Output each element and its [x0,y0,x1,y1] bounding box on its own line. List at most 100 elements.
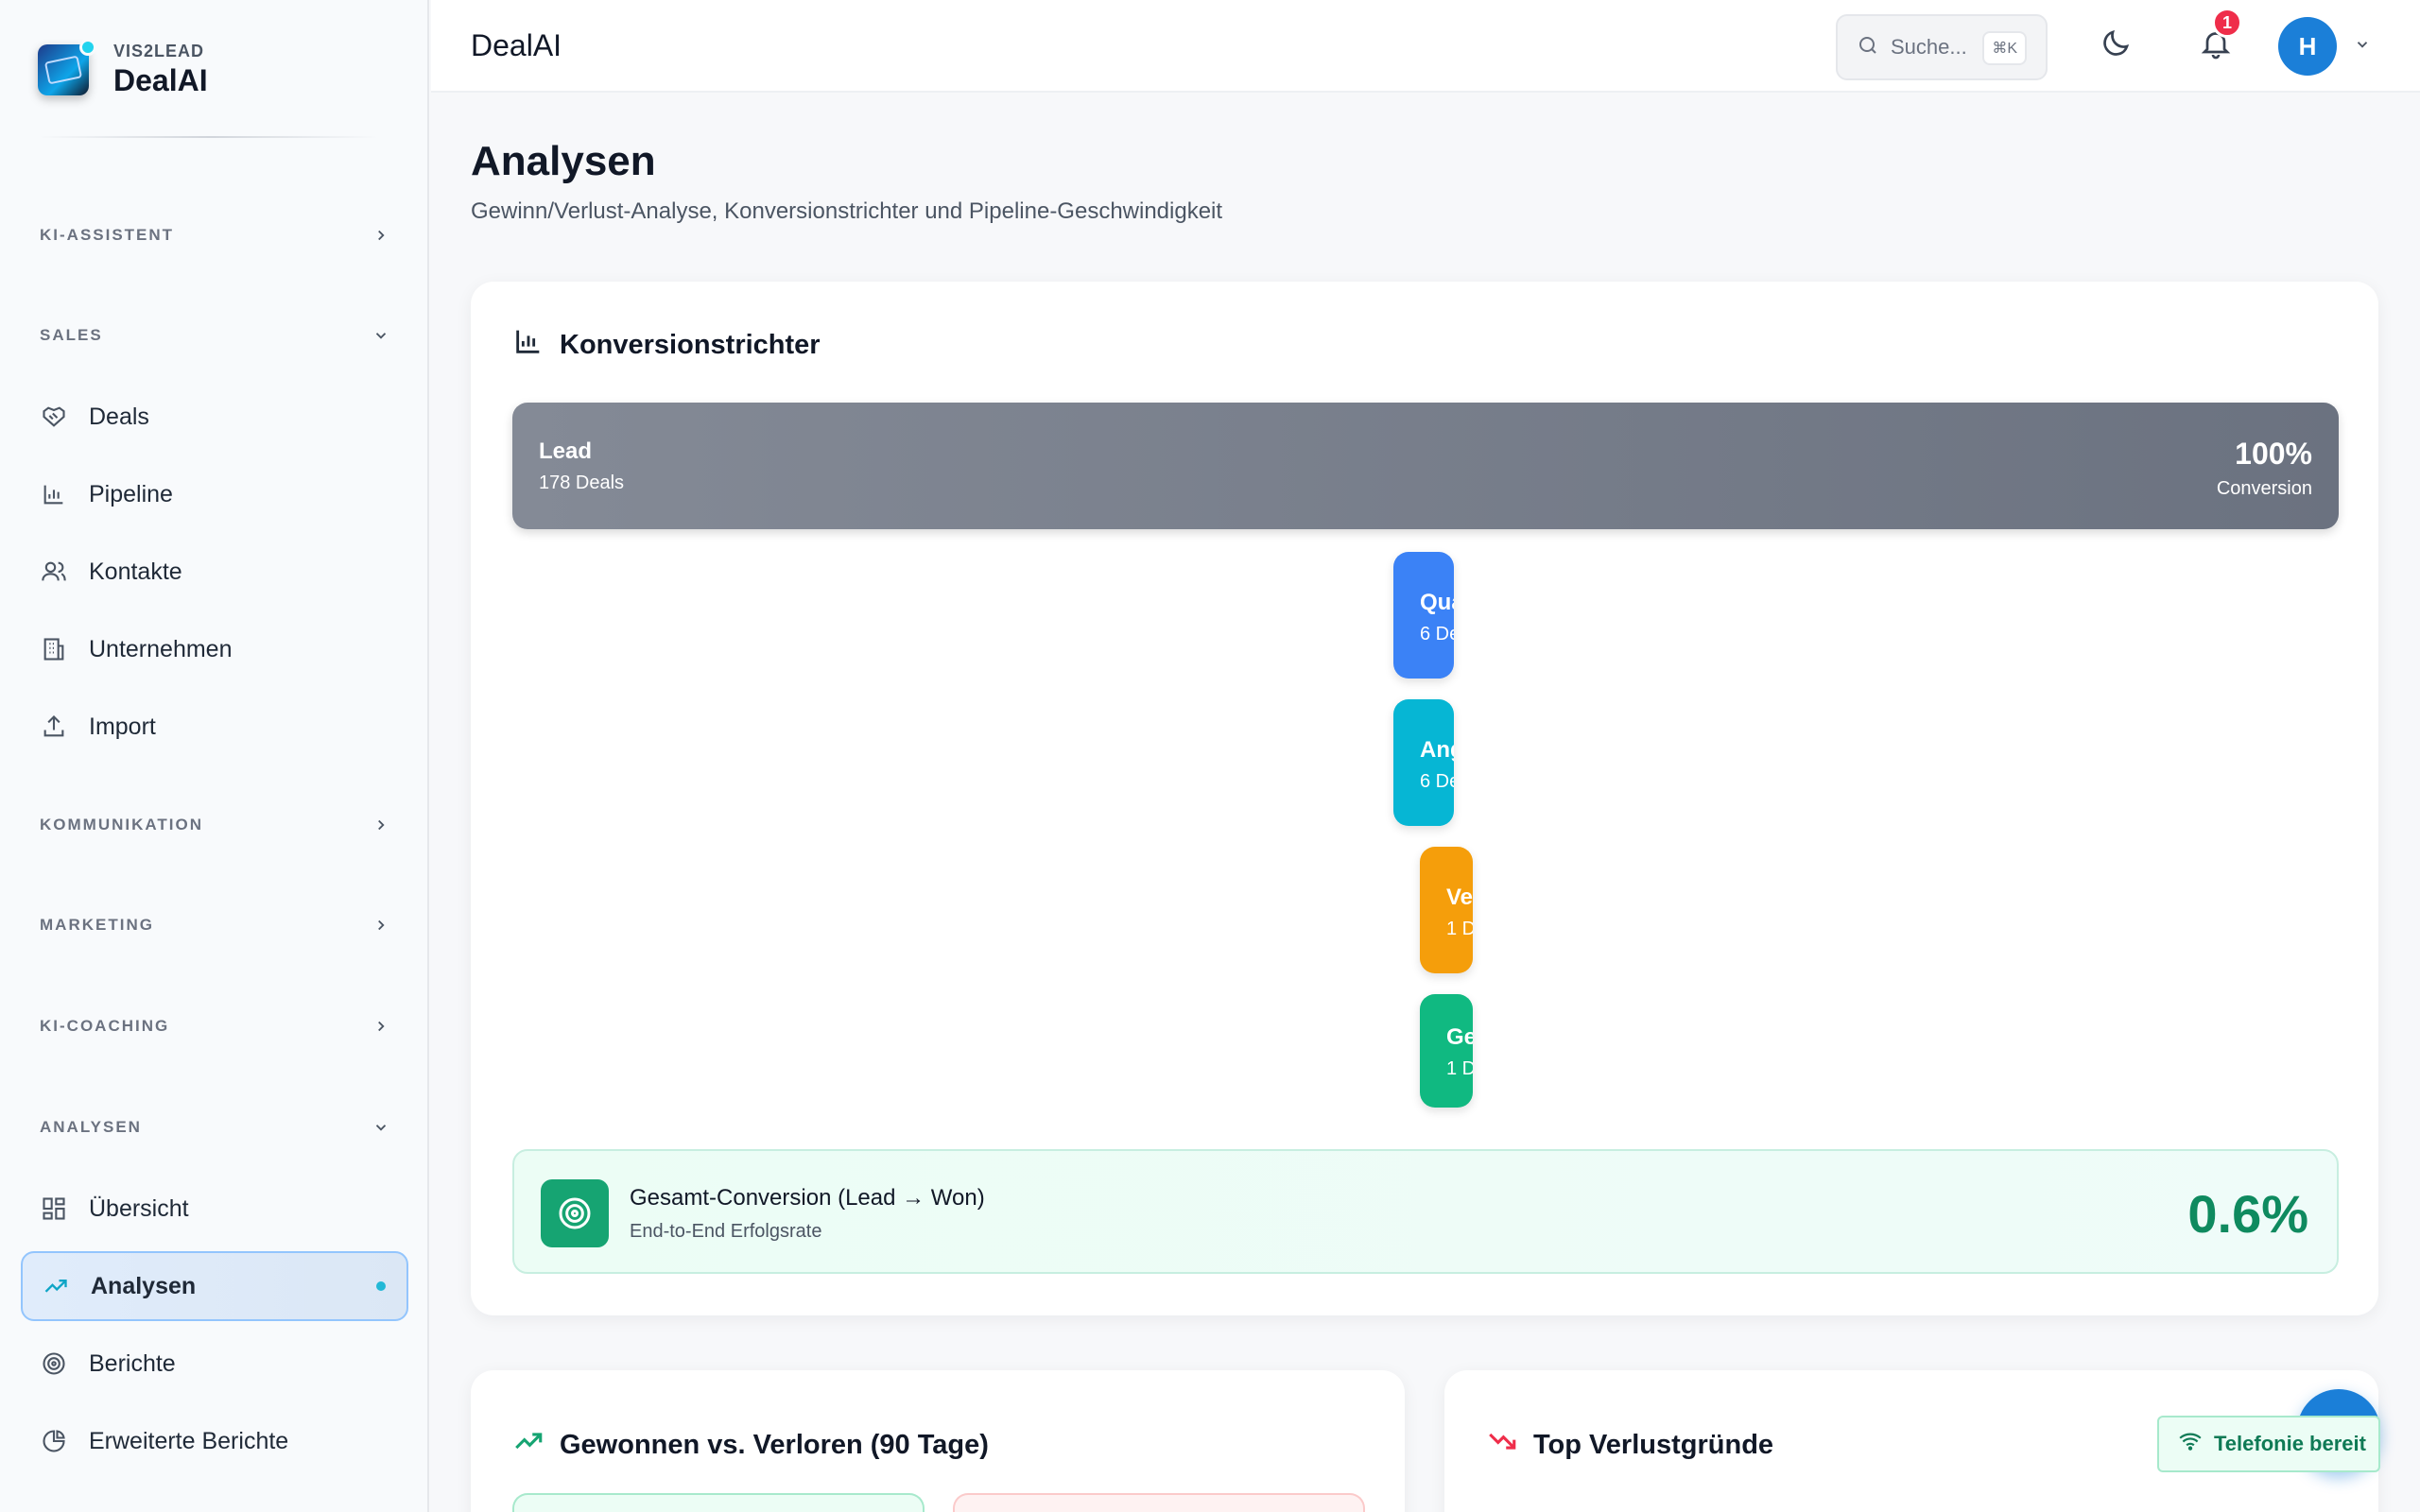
pie-chart-icon [40,1427,68,1455]
section-marketing[interactable]: MARKETING [40,911,389,939]
bar-chart-icon [512,325,560,365]
dashboard-icon [40,1194,68,1223]
section-ki-assistent[interactable]: KI-ASSISTENT [40,221,389,249]
stage-deals: 1 Deal [1446,1058,1473,1079]
sidebar-item-analysen[interactable]: Analysen [21,1251,408,1321]
section-ki-coaching[interactable]: KI-COACHING [40,1012,389,1040]
total-conversion: Gesamt-Conversion (Lead → Won) End-to-En… [512,1149,2339,1274]
funnel-stage-3[interactable]: Verhandlung 1 Deal [1420,847,1473,973]
brand[interactable]: VIS2LEAD DealAI [38,39,208,98]
chevron-down-icon[interactable] [2354,36,2371,53]
upload-icon [40,713,68,741]
funnel-stage-lead[interactable]: Lead 178 Deals 100% Conversion [512,403,2339,529]
sidebar-item-deals[interactable]: Deals [21,382,408,452]
sidebar-item-label: Übersicht [89,1194,189,1222]
topbar: DealAI ⌘K 1 H [431,0,2420,93]
funnel-stage-4[interactable]: Gewonnen 1 Deal [1420,994,1473,1108]
stage-name: Verhandlung [1446,885,1473,910]
card-title: Top Verlustgründe [1533,1429,1774,1460]
total-conversion-value: 0.6% [2187,1184,2308,1244]
brand-name: DealAI [113,63,208,97]
chevron-right-icon [372,1018,389,1035]
stage-percent-label: Conversion [2216,478,2312,499]
sidebar-item-label: Kontakte [89,558,182,585]
chevron-down-icon [372,327,389,344]
search-icon [1857,34,1879,61]
telefonie-status[interactable]: Telefonie bereit [2157,1416,2380,1472]
sidebar-item-label: Pipeline [89,480,173,507]
stage-deals: 6 Deals [1420,624,1454,644]
avatar[interactable]: H [2278,17,2337,76]
section-label: KI-COACHING [40,1017,170,1035]
moon-icon [2099,26,2133,65]
notification-badge: 1 [2212,8,2242,38]
bar-chart-icon [40,480,68,508]
chevron-down-icon [372,1119,389,1136]
section-sales[interactable]: SALES [40,321,389,350]
stage-name: Gewonnen [1446,1024,1473,1050]
stage-deals: 1 Deal [1446,919,1473,939]
notifications-button[interactable]: 1 [2195,8,2242,66]
sidebar-item-import[interactable]: Import [21,692,408,762]
card-title: Gewonnen vs. Verloren (90 Tage) [560,1429,989,1460]
trending-up-icon [42,1272,70,1300]
card-title: Konversionstrichter [560,329,821,360]
sidebar-item-label: Berichte [89,1349,176,1377]
sidebar-item-berichte[interactable]: Berichte [21,1329,408,1399]
wifi-icon [2178,1429,2214,1459]
stage-deals: 6 Deals [1420,771,1454,792]
app-title: DealAI [471,28,562,62]
page-subtitle: Gewinn/Verlust-Analyse, Konversionstrich… [471,198,1223,224]
stage-name: Angebot [1420,737,1454,763]
handshake-icon [40,403,68,431]
total-conversion-sub: End-to-End Erfolgsrate [630,1221,822,1242]
sidebar-item-unternehmen[interactable]: Unternehmen [21,614,408,684]
card-header: Konversionstrichter [512,325,821,365]
sidebar-item-label: Deals [89,403,149,430]
search-box[interactable]: ⌘K [1836,14,2048,80]
section-label: ANALYSEN [40,1118,142,1136]
active-indicator [376,1281,386,1291]
sidebar-item-erweiterte-berichte[interactable]: Erweiterte Berichte [21,1406,408,1476]
sidebar-item-uebersicht[interactable]: Übersicht [21,1174,408,1244]
won-box [512,1493,925,1512]
total-conversion-label: Gesamt-Conversion (Lead → Won) [630,1185,985,1211]
building-icon [40,635,68,663]
lost-box [953,1493,1365,1512]
sidebar-item-pipeline[interactable]: Pipeline [21,459,408,529]
stage-name: Qualifiziert [1420,590,1454,615]
sidebar-item-label: Analysen [91,1272,197,1299]
section-label: KOMMUNIKATION [40,816,203,833]
sidebar-item-kontakte[interactable]: Kontakte [21,537,408,607]
chevron-right-icon [372,816,389,833]
telefonie-label: Telefonie bereit [2214,1432,2366,1455]
search-shortcut: ⌘K [1982,31,2027,65]
trending-down-icon [1486,1425,1533,1465]
card-header: Gewonnen vs. Verloren (90 Tage) [512,1425,989,1465]
funnel-card: Konversionstrichter Lead 178 Deals 100% … [471,282,2378,1315]
sidebar-item-label: Erweiterte Berichte [89,1427,289,1454]
users-icon [40,558,68,586]
search-input[interactable] [1891,35,1985,60]
section-label: SALES [40,326,103,344]
page-title: Analysen [471,138,656,184]
funnel-stage-2[interactable]: Angebot 6 Deals [1393,699,1454,826]
chevron-right-icon [372,917,389,934]
card-header: Top Verlustgründe [1486,1425,1773,1465]
stage-deals: 178 Deals [539,472,625,493]
section-kommunikation[interactable]: KOMMUNIKATION [40,811,389,839]
stage-name: Lead [539,438,593,464]
target-icon [40,1349,68,1378]
brand-subtitle: VIS2LEAD [113,42,205,60]
chevron-right-icon [372,227,389,244]
divider [38,136,378,138]
funnel-stage-1[interactable]: Qualifiziert 6 Deals [1393,552,1454,679]
section-label: KI-ASSISTENT [40,226,175,244]
won-lost-card: Gewonnen vs. Verloren (90 Tage) [471,1370,1405,1512]
section-analysen[interactable]: ANALYSEN [40,1113,389,1142]
target-icon [541,1179,609,1247]
theme-toggle-button[interactable] [2095,25,2136,66]
trending-up-icon [512,1425,560,1465]
stage-percent: 100% [2235,437,2312,471]
status-dot [79,39,96,56]
